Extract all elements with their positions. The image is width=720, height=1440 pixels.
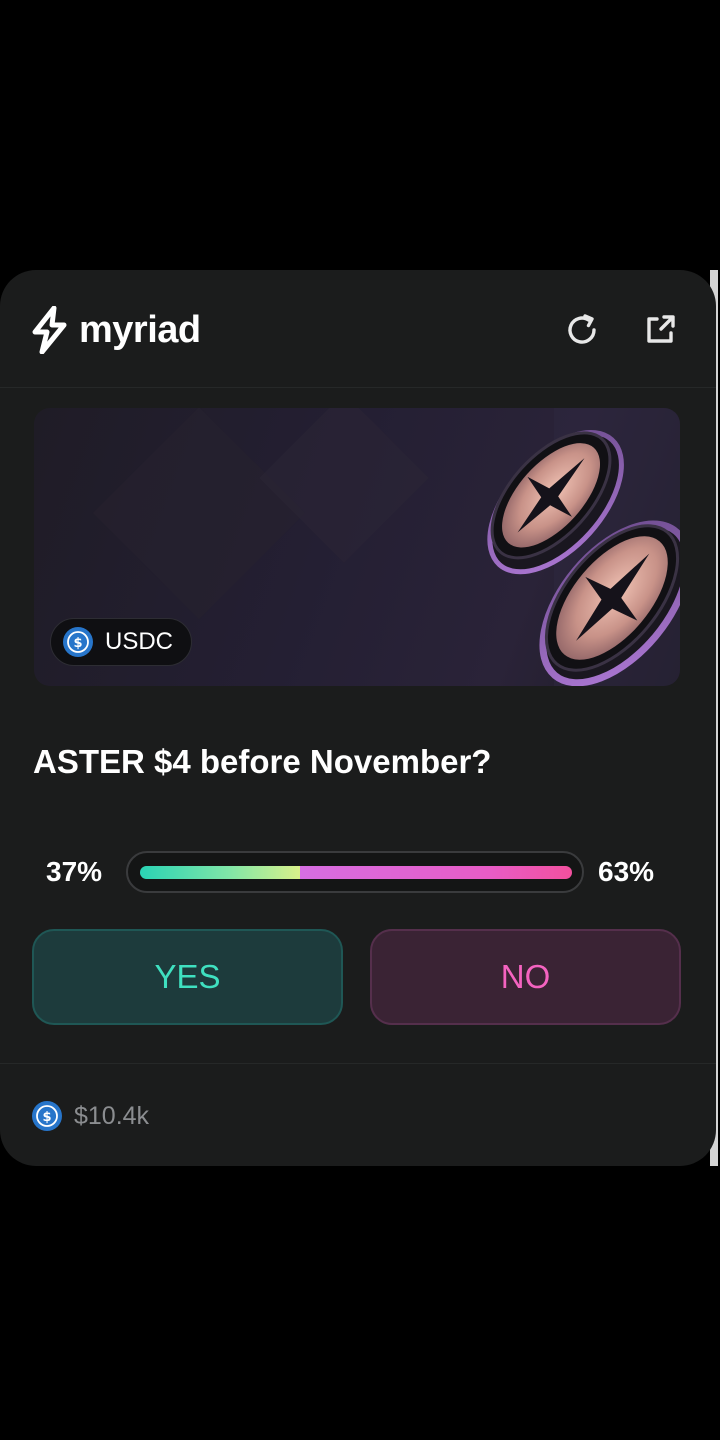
market-card: myriad $ USDC ASTER $4 before November? … <box>0 270 716 1166</box>
volume-info: $ $10.4k <box>32 1100 149 1132</box>
market-question[interactable]: ASTER $4 before November? <box>33 740 683 784</box>
screen: myriad $ USDC ASTER $4 before November? … <box>0 0 720 1440</box>
external-link-icon <box>647 315 675 343</box>
svg-text:$: $ <box>42 1110 51 1125</box>
odds-row: 37% 63% <box>0 850 716 894</box>
open-external-button[interactable] <box>638 308 682 352</box>
no-odds-fill <box>300 866 572 879</box>
volume-value: $10.4k <box>74 1102 150 1130</box>
svg-text:$: $ <box>73 636 82 651</box>
no-percentage: 63% <box>598 856 655 887</box>
usdc-icon: $ <box>32 1101 62 1131</box>
no-button[interactable]: NO <box>370 929 681 1025</box>
refresh-icon <box>568 314 596 344</box>
card-header: myriad <box>0 270 716 388</box>
myriad-logo[interactable]: myriad <box>30 306 201 354</box>
odds-track <box>140 866 572 879</box>
market-banner-image: $ USDC <box>34 408 680 686</box>
lightning-logo-icon <box>32 306 67 354</box>
usdc-icon: $ <box>63 627 93 657</box>
refresh-button[interactable] <box>560 308 604 352</box>
brand-name: myriad <box>79 309 201 351</box>
odds-bar <box>126 851 584 893</box>
token-badge-label: USDC <box>105 628 174 655</box>
card-footer: $ $10.4k <box>0 1063 716 1166</box>
yes-odds-fill <box>140 866 300 879</box>
token-badge: $ USDC <box>50 618 193 666</box>
yes-button[interactable]: YES <box>32 929 343 1025</box>
yes-percentage: 37% <box>46 856 103 887</box>
